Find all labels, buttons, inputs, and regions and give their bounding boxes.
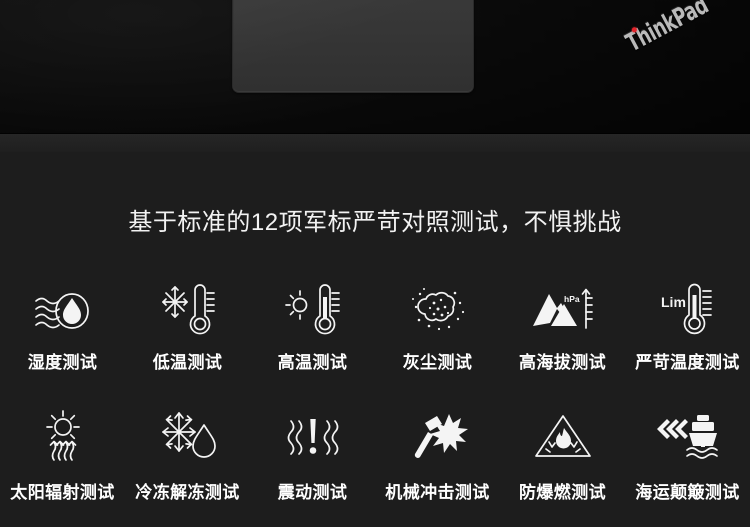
- test-item-extreme-temperature: Lim 严苛温度测试: [625, 278, 750, 406]
- limit-thermometer-icon: Lim: [657, 278, 719, 340]
- test-item-high-altitude: hPa 高海拔测试: [500, 278, 625, 406]
- test-row-2: 太阳辐射测试 冷冻解冻测试 震动测试 机械冲击测试 防爆燃测试 海运颠簸测试: [0, 406, 750, 527]
- test-label: 机械冲击测试: [385, 483, 490, 502]
- test-label: 低温测试: [152, 353, 223, 372]
- laptop-trackpad: [232, 0, 474, 93]
- palmrest-lower-edge: [0, 134, 750, 152]
- test-label: 防爆燃测试: [519, 483, 606, 502]
- test-item-explosion-proof: 防爆燃测试: [500, 406, 625, 527]
- test-item-high-temperature: 高温测试: [250, 278, 375, 406]
- sun-thermometer-icon: [284, 278, 342, 340]
- test-label: 湿度测试: [27, 353, 98, 372]
- test-label: 太阳辐射测试: [10, 483, 115, 502]
- humidity-waves-droplet-icon: [32, 278, 94, 340]
- thinkpad-logo: ThinkPad: [621, 0, 734, 57]
- flame-warning-triangle-icon: [532, 406, 594, 468]
- hammer-impact-icon: [407, 406, 469, 468]
- test-item-vibration: 震动测试: [250, 406, 375, 527]
- test-label: 海运颠簸测试: [635, 483, 740, 502]
- ship-waves-icon: [656, 406, 720, 468]
- test-icon-grid: 湿度测试 低温测试 高温测试 灰尘测试 hPa 高海拔测试 Lim 严苛温度测试…: [0, 278, 750, 527]
- page-headline: 基于标准的12项军标严苛对照测试，不惧挑战: [128, 209, 622, 236]
- mountain-altitude-icon: hPa: [531, 278, 595, 340]
- test-item-freeze-thaw: 冷冻解冻测试: [125, 406, 250, 527]
- trackpad-surface: [234, 0, 472, 91]
- test-label: 灰尘测试: [402, 353, 473, 372]
- test-row-1: 湿度测试 低温测试 高温测试 灰尘测试 hPa 高海拔测试 Lim 严苛温度测试: [0, 278, 750, 406]
- test-item-mechanical-shock: 机械冲击测试: [375, 406, 500, 527]
- test-item-solar-radiation: 太阳辐射测试: [0, 406, 125, 527]
- freeze-thaw-icon: [158, 406, 218, 468]
- test-item-humidity: 湿度测试: [0, 278, 125, 406]
- test-label: 震动测试: [277, 483, 348, 502]
- test-label: 高温测试: [277, 353, 348, 372]
- solar-radiation-icon: [36, 406, 90, 468]
- test-label: 严苛温度测试: [635, 353, 740, 372]
- laptop-palmrest-image: ThinkPad: [0, 0, 750, 134]
- page-root: ThinkPad 基于标准的12项军标严苛对照测试，不惧挑战 湿度测试 低温测试…: [0, 0, 750, 527]
- svg-text:hPa: hPa: [564, 294, 580, 304]
- svg-text:Lim: Lim: [661, 294, 686, 310]
- dust-cloud-icon: [408, 278, 468, 340]
- test-item-low-temperature: 低温测试: [125, 278, 250, 406]
- test-item-sea-transport: 海运颠簸测试: [625, 406, 750, 527]
- test-item-dust: 灰尘测试: [375, 278, 500, 406]
- snowflake-thermometer-icon: [159, 278, 217, 340]
- test-label: 高海拔测试: [519, 353, 606, 372]
- test-label: 冷冻解冻测试: [135, 483, 240, 502]
- vibration-exclamation-icon: [284, 406, 342, 468]
